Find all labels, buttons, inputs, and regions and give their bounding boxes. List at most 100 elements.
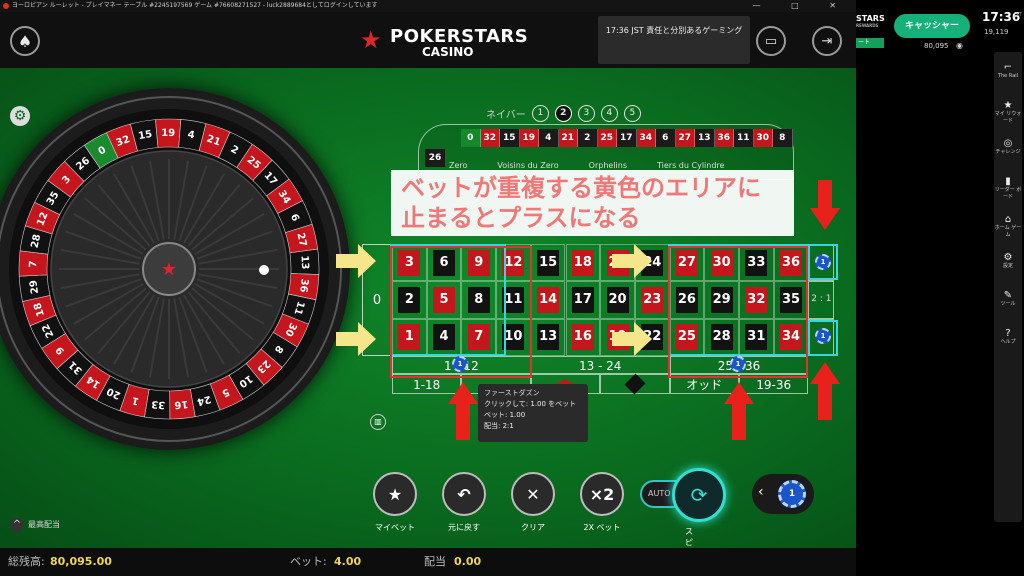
racetrack-left-number[interactable]: 26 (425, 149, 445, 167)
pokerstars-logo: ★ POKERSTARS CASINO (360, 24, 530, 60)
side-menu-label: ヘルプ (1000, 339, 1016, 345)
racetrack-number[interactable]: 2 (578, 129, 598, 147)
player-count: 19,119 (984, 28, 1009, 36)
racetrack-number[interactable]: 25 (597, 129, 617, 147)
bet-number-label: 23 (641, 286, 664, 313)
eye-icon[interactable]: ◉ (956, 41, 963, 50)
spin-icon: ⟳ (690, 483, 708, 507)
lobby-balance: 80,095 (924, 42, 949, 50)
logo-star-icon: ★ (360, 26, 382, 54)
bet-number-label: 16 (571, 324, 594, 351)
selected-chip[interactable]: 1 (778, 480, 806, 508)
side-menu-item[interactable]: ✎ ツール (994, 290, 1022, 308)
bet-number[interactable]: 13 (530, 318, 566, 356)
bet-label: ベット: (290, 555, 327, 568)
racetrack-number[interactable]: 15 (500, 129, 520, 147)
side-menu: ⌐ The Rail ★ マイ リウォード ◎ チャレンジ ▮ リーダー ボード ⌂ ホーム ゲー… (994, 52, 1022, 522)
side-menu-item[interactable]: ⚙ 設定 (994, 252, 1022, 270)
neighbour-option-3[interactable]: 3 (577, 105, 595, 122)
wheel-number: 13 (299, 255, 311, 269)
racetrack-number[interactable]: 36 (714, 129, 734, 147)
bet-number[interactable]: 20 (600, 281, 635, 319)
side-menu-item[interactable]: ◎ チャレンジ (994, 138, 1022, 156)
bet-number[interactable]: 18 (565, 244, 601, 282)
bet-number[interactable]: 23 (634, 281, 670, 319)
bet-column[interactable]: 2 : 1 (808, 281, 835, 319)
arrow-up-icon (724, 382, 754, 440)
rail-icon: ⌐ (1003, 62, 1013, 73)
window-title: ヨーロピアン ルーレット - プレイマネー テーブル #2245197569 ゲ… (12, 2, 378, 9)
chevron-left-icon[interactable]: ‹ (758, 484, 764, 500)
side-menu-label: マイ リウォード (994, 111, 1022, 124)
racetrack-number[interactable]: 0 (461, 129, 481, 147)
double-icon: ×2 (580, 472, 624, 516)
spin-button[interactable]: ⟳ (672, 468, 726, 522)
bet-number-label: 17 (571, 286, 594, 313)
clear-button[interactable]: ✕ クリア (510, 472, 556, 533)
side-menu-item[interactable]: ? ヘルプ (994, 328, 1022, 346)
side-menu-item[interactable]: ⌐ The Rail (994, 62, 1022, 80)
logo-line2: CASINO (422, 45, 474, 59)
statistics-icon[interactable]: ▥ (370, 414, 386, 430)
racetrack-number[interactable]: 11 (734, 129, 754, 147)
racetrack-number[interactable]: 27 (675, 129, 695, 147)
racetrack-number[interactable]: 4 (539, 129, 559, 147)
bet-outside[interactable] (600, 373, 670, 395)
section-zero[interactable]: Zero (449, 161, 467, 170)
neighbour-option-2[interactable]: 2 (554, 105, 572, 122)
neighbour-option-1[interactable]: 1 (531, 105, 549, 122)
annotation-box: ベットが重複する黄色のエリアに 止まるとプラスになる (391, 170, 794, 236)
spade-icon[interactable]: ♠ (10, 26, 40, 56)
cash-icon[interactable]: ▭ (756, 26, 786, 56)
neighbour-option-5[interactable]: 5 (623, 105, 641, 122)
racetrack-number[interactable]: 32 (480, 129, 500, 147)
bet-number[interactable]: 16 (565, 318, 601, 356)
side-menu-item[interactable]: ★ マイ リウォード (994, 100, 1022, 125)
section-voisins[interactable]: Voisins du Zero (497, 161, 558, 170)
racetrack-number[interactable]: 13 (695, 129, 715, 147)
bet-chip[interactable]: 1 (730, 356, 746, 372)
clear-label: クリア (521, 523, 545, 532)
racetrack-number[interactable]: 30 (753, 129, 773, 147)
section-orphelins[interactable]: Orphelins (589, 161, 627, 170)
undo-button[interactable]: ↶ 元に戻す (441, 472, 487, 533)
bet-number[interactable]: 15 (530, 244, 566, 282)
bet-chip[interactable]: 1 (452, 356, 468, 372)
leaderboard-icon: ▮ (1005, 176, 1011, 187)
lobby-panel: STARS REWARDS ート キャッシャー 80,095 ◉ 17:36 JS… (856, 0, 1024, 576)
status-bar: 総残高: 80,095.00 ベット: 4.00 配当 0.00 (0, 548, 856, 576)
exit-icon[interactable]: ⇥ (812, 26, 842, 56)
bet-chip[interactable]: 1 (815, 328, 831, 344)
bet-number-label: 13 (537, 324, 560, 351)
bet-number[interactable]: 14 (530, 281, 566, 319)
racetrack-number[interactable]: 17 (617, 129, 637, 147)
green-tag[interactable]: ート (856, 38, 884, 48)
max-payout[interactable]: ^ 最高配当 (10, 518, 60, 532)
payout-label: 配当 (424, 555, 446, 568)
balance-label: 総残高: (8, 555, 45, 568)
neighbours-label: ネイバー (486, 110, 526, 121)
racetrack-number[interactable]: 21 (558, 129, 578, 147)
app-icon (3, 3, 9, 9)
bet-chip[interactable]: 1 (815, 254, 831, 270)
chip-selector[interactable]: ‹ 1 (752, 474, 814, 514)
bet-number-label: 18 (571, 249, 594, 276)
bet-dozen[interactable]: 13 - 24 (530, 356, 670, 374)
racetrack-number[interactable]: 8 (773, 129, 793, 147)
neighbour-option-4[interactable]: 4 (600, 105, 618, 122)
section-tiers[interactable]: Tiers du Cylindre (657, 161, 724, 170)
wheel-number: 16 (174, 398, 189, 410)
logo-line1: POKERSTARS (390, 26, 529, 47)
home-icon: ⌂ (1004, 214, 1012, 225)
my-bets-button[interactable]: ★ マイベット (372, 472, 418, 533)
double-bet-button[interactable]: ×2 2X ベット (579, 472, 625, 533)
racetrack-number[interactable]: 6 (656, 129, 676, 147)
window-controls[interactable]: — □ ✕ (753, 0, 850, 12)
racetrack-number[interactable]: 34 (636, 129, 656, 147)
racetrack-number[interactable]: 19 (519, 129, 539, 147)
bet-number[interactable]: 17 (565, 281, 601, 319)
side-menu-item[interactable]: ⌂ ホーム ゲーム (994, 214, 1022, 239)
cashier-button[interactable]: キャッシャー (894, 14, 970, 38)
side-menu-item[interactable]: ▮ リーダー ボード (994, 176, 1022, 201)
tooltip-line2: ベット: 1.00 (484, 411, 526, 419)
